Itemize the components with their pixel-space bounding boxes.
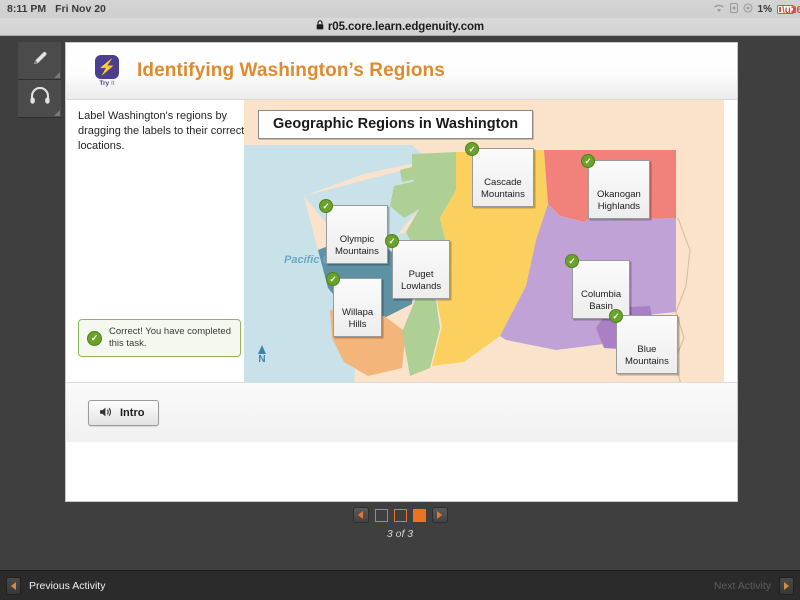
- check-circle-icon: ✓: [609, 309, 623, 323]
- map-label-olympic-mountains[interactable]: ✓ Olympic Mountains: [326, 205, 388, 264]
- feedback-banner: ✓ Correct! You have completed this task.: [78, 319, 241, 357]
- map-label-blue-mountains[interactable]: ✓ Blue Mountains: [616, 315, 678, 374]
- map-label-columbia-basin[interactable]: ✓ Columbia Basin: [572, 260, 630, 319]
- lesson-panel: ⚡ Try It Identifying Washington’s Region…: [65, 42, 738, 502]
- pagination-count: 3 of 3: [387, 528, 413, 540]
- pencil-icon: [30, 48, 50, 73]
- previous-activity-button[interactable]: [6, 577, 21, 595]
- tool-rail: [18, 42, 61, 118]
- page-title: Identifying Washington’s Regions: [137, 60, 445, 82]
- lesson-body: Label Washington's regions by dragging t…: [66, 100, 737, 442]
- washington-regions-map[interactable]: Geographic Regions in Washington Pacific…: [244, 100, 724, 387]
- battery-percent-label: 1%: [758, 4, 772, 15]
- activity-navigation-bar: Previous Activity Next Activity: [0, 570, 800, 600]
- battery-charging-icon: \u26A1: [777, 5, 794, 14]
- lock-icon: [316, 20, 324, 33]
- pagination: 3 of 3: [0, 507, 800, 540]
- rotation-lock-icon: [730, 3, 738, 16]
- map-label-text: Willapa Hills: [342, 307, 373, 330]
- status-bar-left: 8:11 PM Fri Nov 20: [0, 3, 106, 15]
- pagination-dot-2[interactable]: [394, 509, 407, 522]
- prev-arrow-icon: [358, 511, 363, 519]
- check-circle-icon: ✓: [385, 234, 399, 248]
- north-arrow-icon: [258, 345, 266, 354]
- ios-status-bar: 8:11 PM Fri Nov 20 1% \u26A1: [0, 0, 800, 18]
- page-background: ⚡ Try It Identifying Washington’s Region…: [0, 37, 800, 600]
- map-title: Geographic Regions in Washington: [258, 110, 533, 139]
- previous-activity-group[interactable]: Previous Activity: [6, 577, 105, 595]
- pagination-dot-1[interactable]: [375, 509, 388, 522]
- pagination-prev-button[interactable]: [353, 507, 369, 523]
- check-circle-icon: ✓: [87, 331, 102, 346]
- audio-tool-button[interactable]: [18, 80, 61, 118]
- browser-address-bar[interactable]: r05.core.learn.edgenuity.com: [0, 18, 800, 36]
- lesson-footer: Intro: [66, 382, 737, 442]
- check-circle-icon: ✓: [581, 154, 595, 168]
- next-arrow-icon: [437, 511, 442, 519]
- map-label-text: Cascade Mountains: [481, 177, 525, 200]
- map-label-text: Puget Lowlands: [401, 269, 441, 292]
- feedback-text: Correct! You have completed this task.: [109, 326, 232, 351]
- map-label-willapa-hills[interactable]: ✓ Willapa Hills: [333, 278, 382, 337]
- instructions-text: Label Washington's regions by dragging t…: [78, 109, 246, 151]
- pagination-controls: [353, 507, 448, 523]
- map-label-text: Blue Mountains: [625, 344, 669, 367]
- next-activity-label: Next Activity: [714, 580, 771, 592]
- previous-activity-label: Previous Activity: [29, 580, 105, 592]
- intro-button-label: Intro: [120, 407, 144, 419]
- next-activity-group[interactable]: Next Activity: [714, 577, 794, 595]
- lightning-bolt-icon: ⚡: [95, 55, 119, 79]
- map-label-text: Okanogan Highlands: [597, 189, 641, 212]
- compass-rose: N: [254, 345, 270, 365]
- check-circle-icon: ✓: [565, 254, 579, 268]
- next-activity-button[interactable]: [779, 577, 794, 595]
- prev-arrow-icon: [11, 582, 16, 590]
- check-circle-icon: ✓: [465, 142, 479, 156]
- map-label-okanogan-highlands[interactable]: ✓ Okanogan Highlands: [588, 160, 650, 219]
- map-label-cascade-mountains[interactable]: ✓ Cascade Mountains: [472, 148, 534, 207]
- pagination-next-button[interactable]: [432, 507, 448, 523]
- check-circle-icon: ✓: [326, 272, 340, 286]
- map-label-text: Olympic Mountains: [335, 234, 379, 257]
- intro-audio-button[interactable]: Intro: [88, 400, 159, 426]
- try-it-badge: ⚡ Try It: [92, 55, 122, 87]
- speaker-icon: [99, 406, 113, 420]
- pagination-dot-3[interactable]: [413, 509, 426, 522]
- clock-time: 8:11 PM: [7, 3, 46, 15]
- wifi-icon: [713, 3, 725, 16]
- check-circle-icon: ✓: [319, 199, 333, 213]
- url-text: r05.core.learn.edgenuity.com: [328, 21, 484, 33]
- status-bar-right: 1% \u26A1: [713, 0, 794, 18]
- do-not-disturb-icon: [743, 3, 753, 16]
- try-it-caption: Try It: [92, 80, 122, 87]
- highlighter-tool-button[interactable]: [18, 42, 61, 80]
- headphones-icon: [29, 87, 51, 110]
- lesson-header: ⚡ Try It Identifying Washington’s Region…: [66, 43, 737, 100]
- map-label-puget-lowlands[interactable]: ✓ Puget Lowlands: [392, 240, 450, 299]
- status-date: Fri Nov 20: [55, 3, 106, 15]
- next-arrow-icon: [784, 582, 789, 590]
